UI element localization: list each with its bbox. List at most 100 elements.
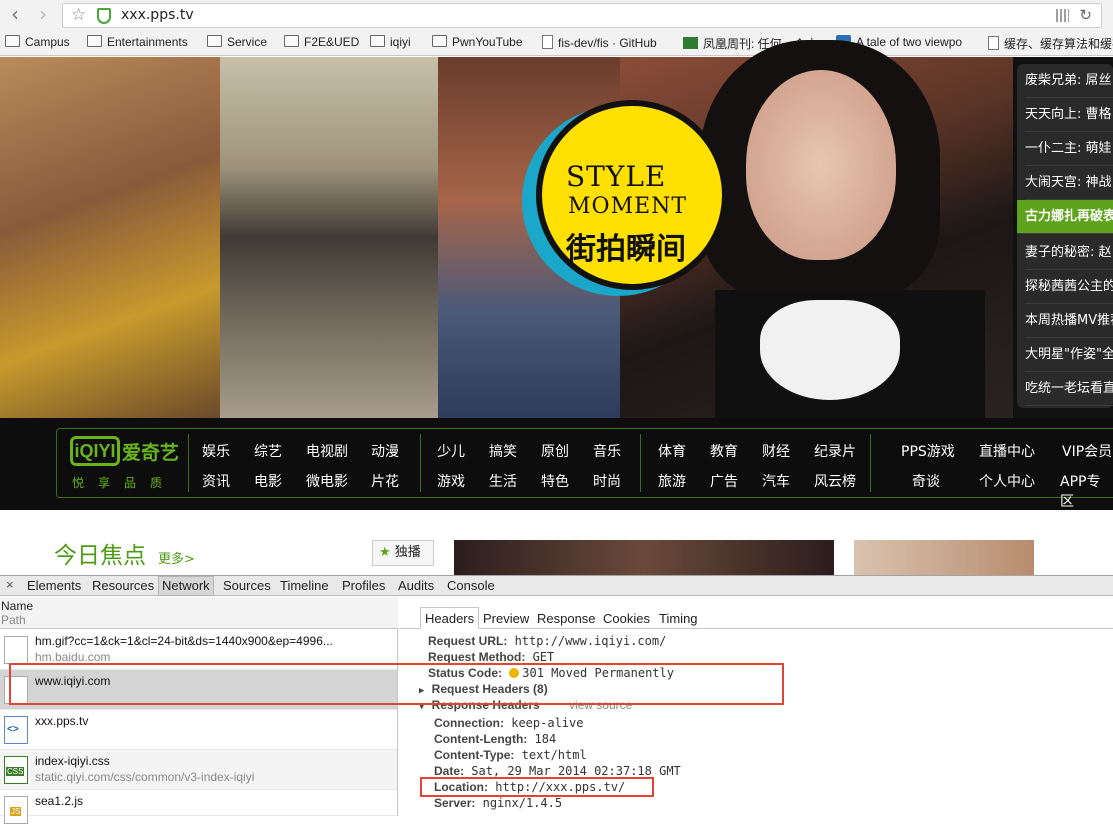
bookmark-campus[interactable]: Campus: [5, 35, 70, 49]
hero-photo-man[interactable]: [0, 57, 220, 418]
qr-code-icon[interactable]: [1056, 9, 1069, 22]
folder-icon: [87, 35, 102, 47]
request-row[interactable]: sea1.2.js: [0, 790, 397, 824]
nav-link[interactable]: 电视剧: [306, 441, 348, 461]
bookmark-cache[interactable]: 缓存、缓存算法和缓存: [988, 35, 1113, 52]
tab-timing[interactable]: Timing: [659, 611, 698, 626]
page-icon: [542, 35, 553, 49]
request-path: hm.baidu.com: [35, 650, 111, 664]
nav-link[interactable]: 少儿: [437, 441, 465, 461]
bookmark-star-icon[interactable]: ☆: [71, 5, 86, 25]
nav-link[interactable]: 纪录片: [814, 441, 856, 461]
bookmark-iqiyi[interactable]: iqiyi: [370, 35, 411, 49]
nav-divider: [188, 434, 189, 492]
highlight-box-location: [420, 777, 654, 797]
tab-profiles[interactable]: Profiles: [342, 578, 385, 593]
bookmark-fis-github[interactable]: fis-dev/fis · GitHub: [542, 35, 657, 50]
side-list-item[interactable]: 妻子的秘密: 赵: [1025, 236, 1113, 270]
nav-link[interactable]: 电影: [254, 471, 282, 491]
bookmark-entertainments[interactable]: Entertainments: [87, 35, 188, 49]
tab-audits[interactable]: Audits: [398, 578, 434, 593]
side-list-item[interactable]: 大闹天宫: 神战: [1025, 166, 1113, 200]
tab-elements[interactable]: Elements: [27, 578, 81, 593]
request-name: sea1.2.js: [35, 794, 84, 808]
focus-thumbnail[interactable]: [454, 540, 834, 576]
tab-timeline[interactable]: Timeline: [280, 578, 329, 593]
nav-link[interactable]: 汽车: [762, 471, 790, 491]
nav-link[interactable]: 体育: [658, 441, 686, 461]
forward-icon[interactable]: ›: [32, 4, 54, 26]
nav-link[interactable]: 资讯: [202, 471, 230, 491]
request-name: xxx.pps.tv: [35, 714, 89, 728]
iqiyi-logo-text[interactable]: 爱奇艺: [122, 438, 179, 465]
exclusive-button[interactable]: ★ 独播: [372, 540, 434, 566]
side-list-item[interactable]: 吃统一老坛看直: [1025, 372, 1113, 406]
nav-link[interactable]: 娱乐: [202, 441, 230, 461]
nav-link[interactable]: 教育: [710, 441, 738, 461]
column-name[interactable]: Name: [1, 599, 33, 613]
iqiyi-logo[interactable]: iQIYI: [70, 436, 120, 466]
close-icon[interactable]: ×: [6, 577, 14, 592]
request-list: Name Path hm.gif?cc=1&ck=1&cl=24-bit&ds=…: [0, 597, 398, 824]
bookmark-pwnyoutube[interactable]: PwnYouTube: [432, 35, 523, 49]
tab-headers[interactable]: Headers: [420, 607, 480, 629]
side-list-item[interactable]: 天天向上: 曹格: [1025, 98, 1113, 132]
more-link[interactable]: 更多>: [158, 548, 195, 567]
column-path[interactable]: Path: [1, 613, 26, 627]
folder-icon: [370, 35, 385, 47]
nav-link[interactable]: APP专区: [1060, 471, 1113, 511]
nav-link[interactable]: 个人中心: [979, 471, 1035, 491]
request-row[interactable]: xxx.pps.tv: [0, 710, 397, 750]
nav-link[interactable]: 财经: [762, 441, 790, 461]
side-list-item[interactable]: 探秘茜茜公主的: [1025, 270, 1113, 304]
reload-icon[interactable]: ↻: [1079, 6, 1092, 24]
hero-photo-shoes[interactable]: [220, 57, 438, 418]
nav-link[interactable]: 音乐: [593, 441, 621, 461]
side-list-item[interactable]: 本周热播MV推荐: [1025, 304, 1113, 338]
nav-link[interactable]: PPS游戏: [901, 441, 955, 461]
nav-link[interactable]: 奇谈: [912, 471, 940, 491]
bookmarks-bar: Campus Entertainments Service F2E&UED iq…: [0, 31, 1113, 56]
nav-link[interactable]: 时尚: [593, 471, 621, 491]
nav-link[interactable]: 生活: [489, 471, 517, 491]
nav-link[interactable]: 动漫: [371, 441, 399, 461]
tab-resources[interactable]: Resources: [92, 578, 154, 593]
tab-sources[interactable]: Sources: [223, 578, 271, 593]
nav-link[interactable]: 游戏: [437, 471, 465, 491]
nav-link[interactable]: 原创: [541, 441, 569, 461]
side-list-item[interactable]: 大明星"作姿"全: [1025, 338, 1113, 372]
tab-network[interactable]: Network: [158, 576, 214, 596]
url-text[interactable]: xxx.pps.tv: [121, 7, 194, 23]
tab-console[interactable]: Console: [447, 578, 495, 593]
tab-response[interactable]: Response: [537, 611, 596, 626]
nav-link[interactable]: 综艺: [254, 441, 282, 461]
tab-cookies[interactable]: Cookies: [603, 611, 650, 626]
nav-link[interactable]: VIP会员: [1062, 441, 1112, 461]
address-bar[interactable]: ☆ xxx.pps.tv ↻: [62, 3, 1102, 28]
nav-link[interactable]: 广告: [710, 471, 738, 491]
html-file-icon: [4, 716, 28, 744]
nav-link[interactable]: 微电影: [306, 471, 348, 491]
nav-link[interactable]: 片花: [371, 471, 399, 491]
bookmark-service[interactable]: Service: [207, 35, 267, 49]
iqiyi-slogan: 悦享品质: [72, 476, 177, 490]
nav-divider: [640, 434, 641, 492]
side-list-item-active[interactable]: 古力娜扎再破表: [1017, 200, 1113, 234]
nav-link[interactable]: 直播中心: [979, 441, 1035, 461]
page-icon: [988, 36, 999, 50]
request-method-line: Request Method: GET: [428, 650, 555, 664]
nav-link[interactable]: 旅游: [658, 471, 686, 491]
focus-thumbnail[interactable]: [854, 540, 1034, 576]
request-url-line: Request URL: http://www.iqiyi.com/: [428, 634, 667, 648]
request-row[interactable]: index-iqiyi.css static.qiyi.com/css/comm…: [0, 750, 397, 790]
nav-link[interactable]: 特色: [541, 471, 569, 491]
side-list-item[interactable]: 废柴兄弟: 屌丝: [1025, 64, 1113, 98]
nav-link[interactable]: 搞笑: [489, 441, 517, 461]
bookmark-f2e-ued[interactable]: F2E&UED: [284, 35, 359, 49]
nav-link[interactable]: 风云榜: [814, 471, 856, 491]
side-list-item[interactable]: 一仆二主: 萌娃: [1025, 132, 1113, 166]
tab-preview[interactable]: Preview: [483, 611, 529, 626]
highlight-box-status: [9, 663, 784, 705]
request-list-header[interactable]: Name Path: [0, 597, 398, 629]
back-icon[interactable]: ‹: [4, 4, 26, 26]
